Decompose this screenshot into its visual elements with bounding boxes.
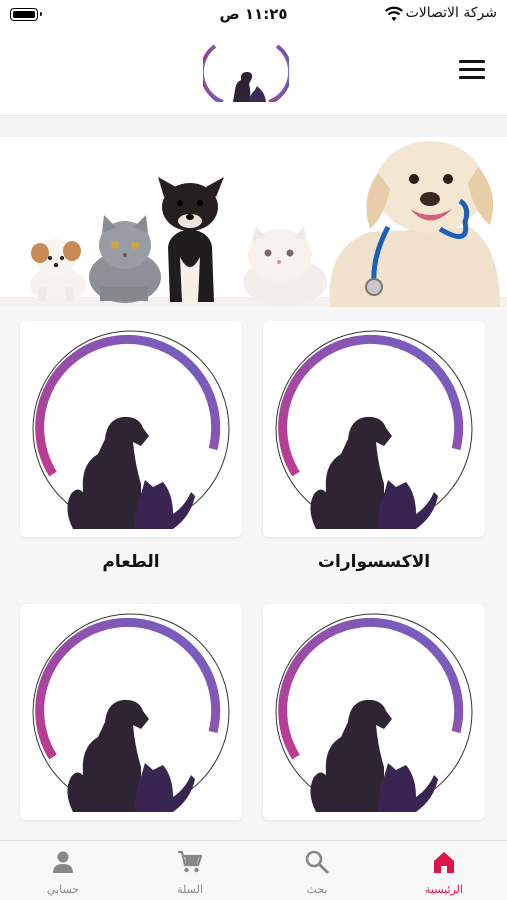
status-bar: ١١:٢٥ ص شركة الاتصالات bbox=[0, 0, 507, 30]
tab-cart-label: السلة bbox=[177, 883, 203, 896]
search-icon bbox=[305, 850, 329, 874]
dog-cat-logo-icon bbox=[32, 613, 230, 812]
category-card-3[interactable] bbox=[263, 604, 485, 820]
gray-kitten-figure bbox=[89, 215, 161, 303]
categories-section: الاكسسوارات الطعام bbox=[0, 307, 507, 840]
dog-cat-logo-icon bbox=[275, 613, 473, 812]
tab-cart[interactable]: السلة bbox=[127, 841, 253, 900]
tab-home[interactable]: الرئيسية bbox=[381, 841, 507, 900]
tab-search[interactable]: بحث bbox=[254, 841, 380, 900]
dog-cat-logo-icon bbox=[275, 330, 473, 529]
tab-search-label: بحث bbox=[306, 883, 328, 896]
bulldog-figure bbox=[158, 177, 224, 302]
category-card-accessories[interactable] bbox=[263, 321, 485, 537]
puppy-figure bbox=[30, 239, 86, 303]
white-cat-figure bbox=[243, 227, 327, 306]
carrier-name: شركة الاتصالات bbox=[405, 5, 497, 21]
dog-cat-logo-icon bbox=[32, 330, 230, 529]
tab-account[interactable]: حسابي bbox=[0, 841, 126, 900]
home-icon bbox=[434, 852, 454, 873]
tab-home-label: الرئيسية bbox=[425, 883, 463, 896]
bottom-tab-bar: الرئيسية بحث السلة حسابي bbox=[0, 840, 507, 900]
category-card-4[interactable] bbox=[20, 604, 242, 820]
app-header bbox=[0, 30, 507, 116]
category-label-accessories[interactable]: الاكسسوارات bbox=[263, 552, 485, 572]
header-separator bbox=[0, 117, 507, 137]
cart-icon bbox=[178, 850, 203, 873]
person-icon bbox=[53, 851, 73, 873]
tab-account-label: حسابي bbox=[46, 883, 80, 896]
pet-clinic-logo-icon[interactable] bbox=[203, 44, 289, 102]
pets-banner-image bbox=[0, 137, 507, 307]
category-card-food[interactable] bbox=[20, 321, 242, 537]
wifi-icon bbox=[385, 6, 403, 21]
category-label-food[interactable]: الطعام bbox=[20, 552, 242, 572]
hamburger-menu-icon[interactable] bbox=[459, 60, 485, 84]
labrador-figure bbox=[329, 141, 500, 307]
